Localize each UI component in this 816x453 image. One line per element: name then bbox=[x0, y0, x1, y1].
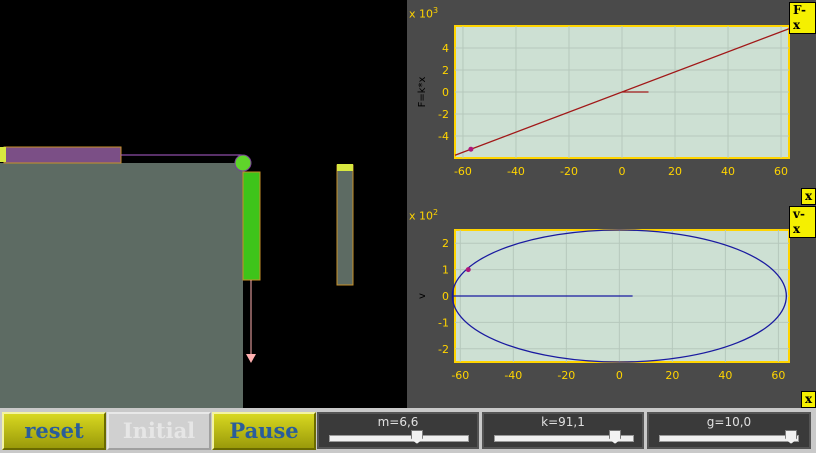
pulley bbox=[234, 154, 252, 172]
table bbox=[0, 163, 243, 408]
vx-x-tick-label: -60 bbox=[451, 369, 469, 382]
fx-current-point bbox=[468, 146, 474, 152]
spring-anchor bbox=[0, 147, 6, 162]
vx-y-tick-label: -2 bbox=[438, 343, 449, 356]
vx-y-tick-label: 2 bbox=[442, 237, 449, 250]
vx-y-axis-label: v bbox=[417, 293, 428, 299]
g-slider-thumb[interactable] bbox=[785, 430, 798, 444]
fx-x-tick-label: -40 bbox=[507, 165, 525, 178]
fx-graph-tag[interactable]: F-x bbox=[789, 2, 816, 34]
fx-y-axis-label: F=k*x bbox=[417, 77, 428, 108]
simulation-area bbox=[0, 0, 407, 408]
vx-x-tick-label: 20 bbox=[665, 369, 679, 382]
mass-slider-track[interactable] bbox=[329, 430, 469, 444]
k-slider-box: k=91,1 bbox=[482, 412, 644, 449]
fx-x-tick-label: -20 bbox=[560, 165, 578, 178]
fx-y-tick-label: 4 bbox=[442, 42, 449, 55]
hanging-mass[interactable] bbox=[242, 171, 261, 281]
fx-exponent-label: x 103 bbox=[409, 6, 438, 21]
vx-x-tick-label: -20 bbox=[557, 369, 575, 382]
fx-y-tick-label: 2 bbox=[442, 64, 449, 77]
vx-graph-tag[interactable]: v-x bbox=[789, 206, 816, 238]
reference-bar-cap bbox=[337, 164, 353, 171]
vx-x-tick-label: 0 bbox=[616, 369, 623, 382]
fx-x-tick-label: 40 bbox=[721, 165, 735, 178]
fx-y-tick-label: -4 bbox=[438, 130, 449, 143]
vx-y-tick-label: -1 bbox=[438, 316, 449, 329]
vx-exponent-power: 2 bbox=[433, 208, 439, 217]
fx-x-tick-label: 0 bbox=[619, 165, 626, 178]
simulation-scene bbox=[0, 146, 354, 408]
gravity-arrowhead bbox=[246, 354, 256, 363]
pause-button[interactable]: Pause bbox=[212, 412, 316, 450]
mass-slider-box: m=6,6 bbox=[317, 412, 479, 449]
spring-block[interactable] bbox=[3, 146, 122, 164]
k-slider-label: k=91,1 bbox=[541, 415, 585, 429]
vx-y-tick-label: 0 bbox=[442, 290, 449, 303]
fx-x-tick-label: 20 bbox=[668, 165, 682, 178]
mass-slider-label: m=6,6 bbox=[377, 415, 419, 429]
graphs-svg: -60 -40 -20 0 20 40 60-4-2024F=k*x -60 -40 -20 0 2… bbox=[417, 25, 790, 382]
fx-exponent-base: x 10 bbox=[409, 7, 434, 21]
vx-exponent-label: x 102 bbox=[409, 208, 438, 223]
vx-current-point bbox=[465, 267, 471, 273]
g-slider-box: g=10,0 bbox=[647, 412, 811, 449]
fx-exponent-power: 3 bbox=[433, 6, 439, 15]
fx-plot: -60 -40 -20 0 20 40 60-4-2024F=k*x bbox=[417, 25, 790, 178]
fx-x-tick-label: 60 bbox=[774, 165, 788, 178]
vx-x-tick-label: 60 bbox=[771, 369, 785, 382]
k-slider-track[interactable] bbox=[494, 430, 634, 444]
vx-exponent-base: x 10 bbox=[409, 209, 434, 223]
k-slider-thumb[interactable] bbox=[609, 430, 622, 444]
fx-x-tag[interactable]: x bbox=[801, 188, 816, 205]
vx-x-tag[interactable]: x bbox=[801, 391, 816, 408]
g-slider-label: g=10,0 bbox=[706, 415, 752, 429]
initial-button[interactable]: Initial bbox=[107, 412, 211, 450]
vx-plot: -60 -40 -20 0 20 40 60 -2 -1 0 1 2 v bbox=[417, 229, 790, 382]
reference-bar bbox=[336, 164, 354, 286]
fx-y-tick-label: 0 bbox=[442, 86, 449, 99]
mass-slider-thumb[interactable] bbox=[410, 430, 423, 444]
vx-x-tick-label: 40 bbox=[718, 369, 732, 382]
vx-x-tick-label: -40 bbox=[504, 369, 522, 382]
g-slider-track[interactable] bbox=[659, 430, 799, 444]
reset-button[interactable]: reset bbox=[2, 412, 106, 450]
graphs-panel: -60 -40 -20 0 20 40 60 -4 -2 0 2 4 F=k*x -60 -40 -20 0 2… bbox=[407, 0, 816, 408]
vx-y-tick-label: 1 bbox=[442, 264, 449, 277]
fx-x-tick-label: -60 bbox=[454, 165, 472, 178]
fx-y-tick-label: -2 bbox=[438, 108, 449, 121]
